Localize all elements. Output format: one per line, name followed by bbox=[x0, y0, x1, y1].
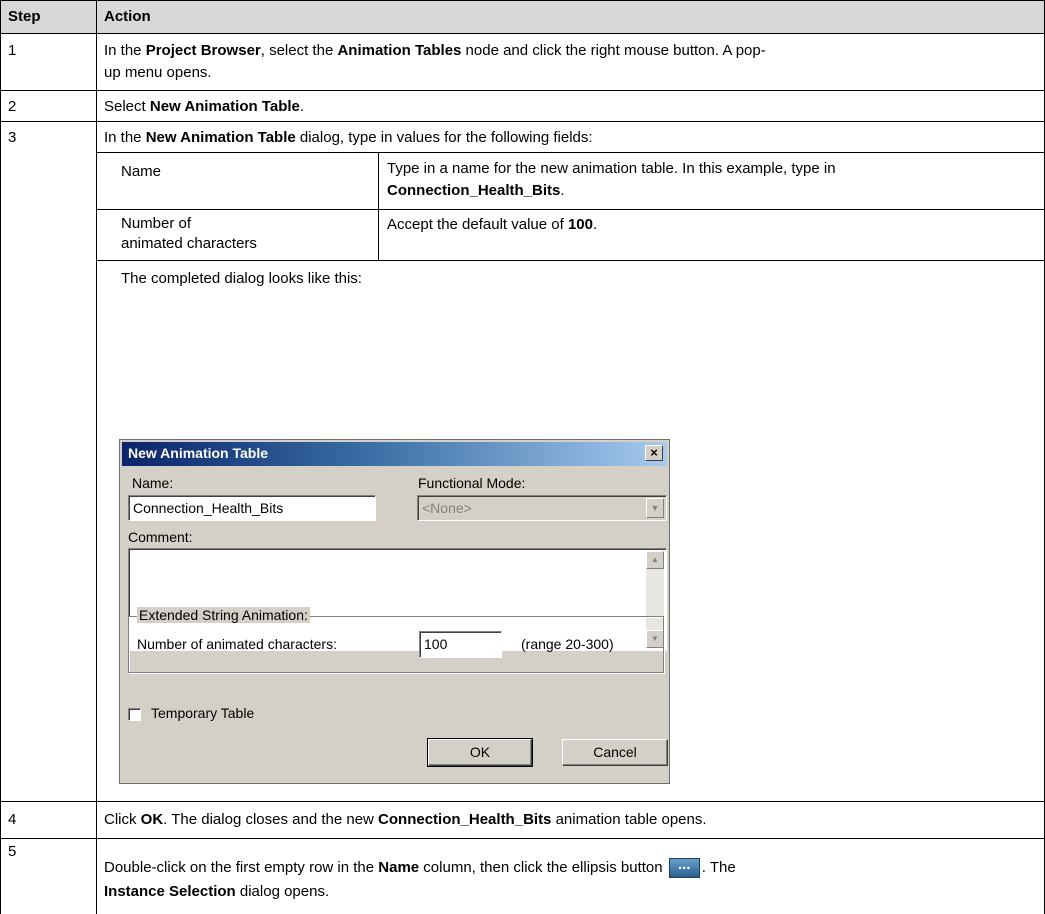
group-label: Extended String Animation: bbox=[137, 607, 310, 623]
step-1-text: In the Project Browser, select the Anima… bbox=[104, 42, 766, 81]
field-chars-label: Number of animated characters bbox=[121, 215, 257, 252]
extended-string-animation-group: Extended String Animation: Number of ani… bbox=[128, 607, 664, 673]
name-label: Name: bbox=[132, 475, 174, 491]
close-icon[interactable]: × bbox=[645, 445, 663, 461]
chevron-down-icon: ▼ bbox=[646, 498, 664, 518]
step-5-text: Double-click on the first empty row in t… bbox=[104, 856, 736, 900]
step-number-3: 3 bbox=[8, 129, 17, 146]
new-animation-table-dialog: New Animation Table × Name: Functional M… bbox=[119, 439, 670, 784]
functional-mode-label: Functional Mode: bbox=[418, 475, 526, 491]
range-hint: (range 20-300) bbox=[521, 636, 614, 652]
dialog-titlebar: New Animation Table × bbox=[122, 442, 667, 466]
step-2-text: Select New Animation Table. bbox=[104, 98, 305, 115]
step-number-4: 4 bbox=[8, 811, 17, 828]
temporary-table-label: Temporary Table bbox=[151, 705, 255, 721]
functional-mode-value: <None> bbox=[422, 500, 472, 516]
ok-button[interactable]: OK bbox=[427, 738, 533, 767]
step-number-5: 5 bbox=[8, 843, 17, 860]
temporary-table-checkbox[interactable] bbox=[128, 708, 141, 721]
header-step: Step bbox=[8, 8, 41, 25]
comment-label: Comment: bbox=[128, 529, 193, 545]
chars-input[interactable]: 100 bbox=[419, 631, 502, 658]
step-number-2: 2 bbox=[8, 98, 17, 115]
cancel-button[interactable]: Cancel bbox=[562, 739, 668, 766]
name-input[interactable]: Connection_Health_Bits bbox=[128, 495, 376, 521]
step-number-1: 1 bbox=[8, 42, 17, 59]
ellipsis-button-icon: ... bbox=[668, 857, 700, 879]
field-chars-description: Accept the default value of 100. bbox=[387, 216, 598, 233]
dialog-title: New Animation Table bbox=[128, 445, 269, 461]
chars-label: Number of animated characters: bbox=[137, 636, 337, 652]
scroll-up-icon[interactable]: ▲ bbox=[646, 551, 664, 569]
functional-mode-select[interactable]: <None> ▼ bbox=[417, 495, 667, 521]
step-4-text: Click OK. The dialog closes and the new … bbox=[104, 811, 707, 828]
field-name-label: Name bbox=[121, 163, 162, 180]
step-3-text: In the New Animation Table dialog, type … bbox=[104, 129, 593, 146]
field-name-description: Type in a name for the new animation tab… bbox=[387, 160, 836, 199]
header-action: Action bbox=[104, 8, 151, 25]
completed-dialog-caption: The completed dialog looks like this: bbox=[121, 270, 362, 287]
